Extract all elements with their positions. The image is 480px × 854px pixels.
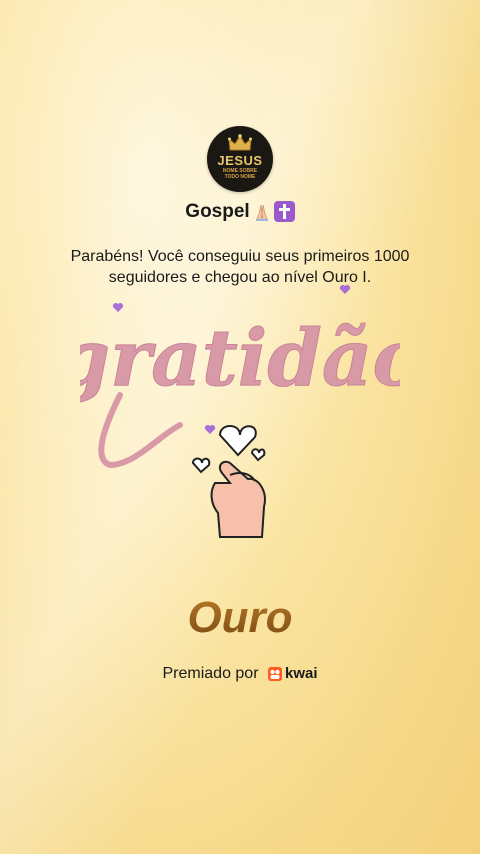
avatar-logo-subtitle: NOME SOBRE TODO NOME [207,168,273,180]
lettering-swash [98,392,183,469]
gratidao-lettering: gratidão [80,313,400,404]
level-title: Ouro [0,593,480,643]
kwai-logo[interactable]: kwai [267,665,318,683]
profile-name-row: Gospel [0,201,480,223]
avatar-subtitle-line-2: TODO NOME [224,174,256,180]
congratulations-message: Parabéns! Você conseguiu seus primeiros … [70,248,410,286]
profile-name: Gospel [185,201,250,222]
awarded-by-label: Premiado por [162,665,259,683]
latin-cross-icon [273,201,295,223]
folded-hands-icon [255,204,268,221]
kwai-wordmark: kwai [284,665,318,683]
avatar-logo-title: JESUS [217,153,263,168]
gratitude-artwork: gratidão [80,285,400,538]
finger-heart-hand-icon [210,460,266,538]
avatar[interactable]: JESUS NOME SOBRE TODO NOME [207,126,273,192]
kwai-icon [267,666,282,681]
crown-icon [228,134,252,151]
awarded-by-row: Premiado por kwai [0,665,480,683]
